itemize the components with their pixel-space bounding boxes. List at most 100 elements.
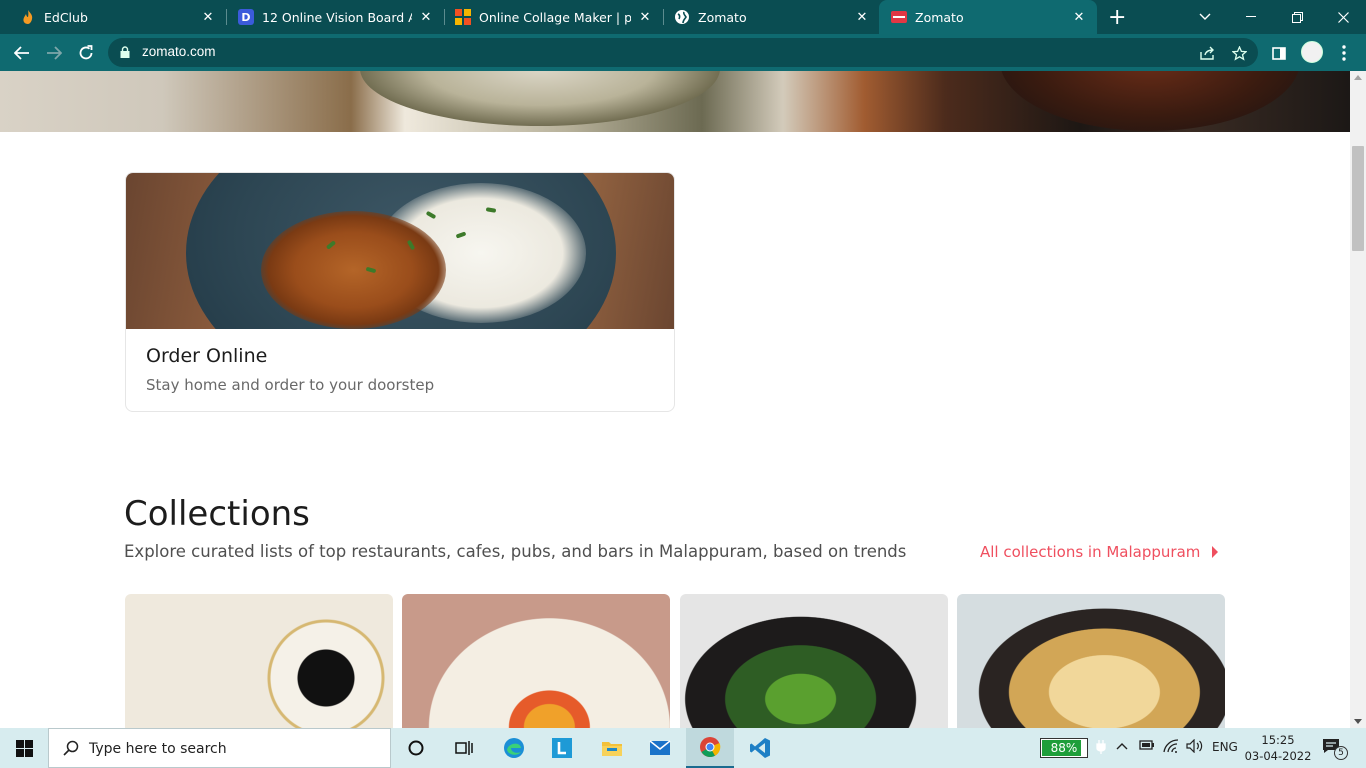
mail-app[interactable]	[636, 728, 684, 768]
collection-card[interactable]	[957, 594, 1225, 728]
address-bar[interactable]: zomato.com	[108, 38, 1258, 67]
vscode-icon	[750, 738, 770, 758]
minimize-icon	[1246, 16, 1256, 17]
edge-icon	[504, 738, 524, 758]
chevron-up-icon[interactable]	[1116, 739, 1128, 754]
task-view-button[interactable]	[440, 728, 488, 768]
windows-taskbar: Type here to search 88% ENG 15:25 03-04-…	[0, 728, 1366, 768]
chrome-app[interactable]	[686, 728, 734, 768]
forward-button[interactable]	[41, 40, 67, 66]
wifi-icon[interactable]	[1163, 739, 1179, 757]
arrow-right-icon	[47, 46, 62, 60]
hero-banner-image	[0, 71, 1350, 132]
close-tab-icon[interactable]: ✕	[200, 9, 216, 25]
power-plug-icon	[1096, 739, 1106, 759]
collection-card[interactable]	[402, 594, 670, 728]
profile-avatar[interactable]	[1301, 41, 1323, 63]
tab-edclub[interactable]: EdClub ✕	[0, 0, 226, 34]
d-letter-icon: D	[238, 9, 254, 25]
battery-percent: 88%	[1050, 741, 1078, 755]
collections-description: Explore curated lists of top restaurants…	[124, 542, 907, 561]
task-view-icon	[455, 741, 473, 755]
close-tab-icon[interactable]: ✕	[637, 9, 653, 25]
order-online-title: Order Online	[146, 345, 268, 367]
tab-title: Online Collage Maker | photo	[479, 9, 631, 25]
order-online-image	[126, 173, 674, 329]
battery-indicator[interactable]: 88%	[1040, 738, 1088, 758]
browser-menu-button[interactable]	[1333, 42, 1355, 64]
tab-title: Zomato	[698, 9, 747, 25]
language-indicator[interactable]: ENG	[1212, 740, 1238, 754]
close-window-button[interactable]	[1320, 0, 1366, 34]
collections-heading: Collections	[124, 494, 310, 534]
reload-icon	[79, 45, 93, 60]
zomato-page: Order Online Stay home and order to your…	[0, 71, 1350, 728]
more-vertical-icon	[1342, 45, 1346, 61]
scroll-down-arrow-icon[interactable]	[1354, 719, 1362, 724]
four-squares-icon	[455, 9, 471, 25]
battery-tray-icon[interactable]	[1139, 739, 1155, 755]
search-icon	[63, 740, 79, 756]
url-text[interactable]: zomato.com	[142, 44, 216, 59]
all-collections-link[interactable]: All collections in Malappuram	[980, 543, 1219, 561]
plus-icon: +	[1108, 4, 1127, 30]
zomato-red-icon	[891, 9, 907, 25]
notification-center-button[interactable]: 5	[1322, 738, 1348, 760]
edge-app[interactable]	[490, 728, 538, 768]
all-collections-label: All collections in Malappuram	[980, 543, 1201, 561]
caret-right-icon	[1212, 546, 1219, 558]
chrome-icon	[700, 737, 721, 757]
edclub-flame-icon	[20, 9, 36, 25]
reload-button[interactable]	[73, 40, 99, 66]
scroll-up-arrow-icon[interactable]	[1354, 75, 1362, 80]
start-button[interactable]	[0, 728, 48, 768]
tab-vision-board[interactable]: D 12 Online Vision Board Apps ✕	[218, 0, 444, 34]
close-tab-icon[interactable]: ✕	[854, 9, 870, 25]
search-placeholder: Type here to search	[89, 741, 227, 757]
back-button[interactable]	[9, 40, 35, 66]
star-bookmark-icon[interactable]	[1230, 44, 1248, 62]
cortana-circle-icon	[408, 740, 424, 756]
browser-tab-strip: EdClub ✕ D 12 Online Vision Board Apps ✕…	[0, 0, 1366, 34]
order-online-card[interactable]: Order Online Stay home and order to your…	[125, 172, 675, 412]
clock-date: 03-04-2022	[1244, 749, 1312, 763]
restore-button[interactable]	[1274, 0, 1320, 34]
side-panel-button[interactable]	[1268, 42, 1290, 64]
minimize-button[interactable]	[1228, 0, 1274, 34]
restore-icon	[1291, 11, 1303, 23]
scrollbar-thumb[interactable]	[1352, 146, 1364, 251]
notification-count-badge: 5	[1334, 746, 1348, 760]
cortana-button[interactable]	[392, 728, 440, 768]
speaker-icon[interactable]	[1186, 738, 1204, 757]
tab-zomato-active[interactable]: Zomato ✕	[879, 0, 1097, 34]
tab-search-dropdown[interactable]	[1182, 0, 1228, 34]
close-tab-icon[interactable]: ✕	[418, 9, 434, 25]
tab-title: 12 Online Vision Board Apps	[262, 9, 412, 25]
tab-zomato-1[interactable]: Zomato ✕	[654, 0, 880, 34]
globe-icon	[674, 9, 690, 25]
chevron-down-icon	[1199, 13, 1211, 20]
side-panel-icon	[1272, 46, 1286, 60]
lock-icon[interactable]	[120, 46, 130, 58]
vertical-scrollbar[interactable]	[1350, 71, 1366, 728]
close-tab-icon[interactable]: ✕	[1071, 9, 1087, 25]
launcher-app[interactable]	[538, 728, 586, 768]
order-online-subtitle: Stay home and order to your doorstep	[146, 376, 435, 394]
collection-card[interactable]	[125, 594, 393, 728]
clock-time: 15:25	[1261, 733, 1295, 747]
tab-title: Zomato	[915, 9, 964, 25]
share-icon[interactable]	[1198, 44, 1216, 62]
file-explorer-app[interactable]	[588, 728, 636, 768]
tab-title: EdClub	[44, 9, 88, 25]
folder-icon	[602, 742, 622, 756]
system-clock[interactable]: 15:25 03-04-2022	[1242, 732, 1314, 764]
tab-collage-maker[interactable]: Online Collage Maker | photo ✕	[435, 0, 663, 34]
taskbar-search-box[interactable]: Type here to search	[48, 728, 391, 768]
windows-logo-icon	[15, 739, 33, 757]
close-icon	[1337, 11, 1349, 23]
new-tab-button[interactable]: +	[1104, 0, 1134, 34]
vscode-app[interactable]	[736, 728, 784, 768]
mail-icon	[649, 740, 671, 755]
l-letter-icon	[552, 738, 572, 758]
collection-card[interactable]	[680, 594, 948, 728]
